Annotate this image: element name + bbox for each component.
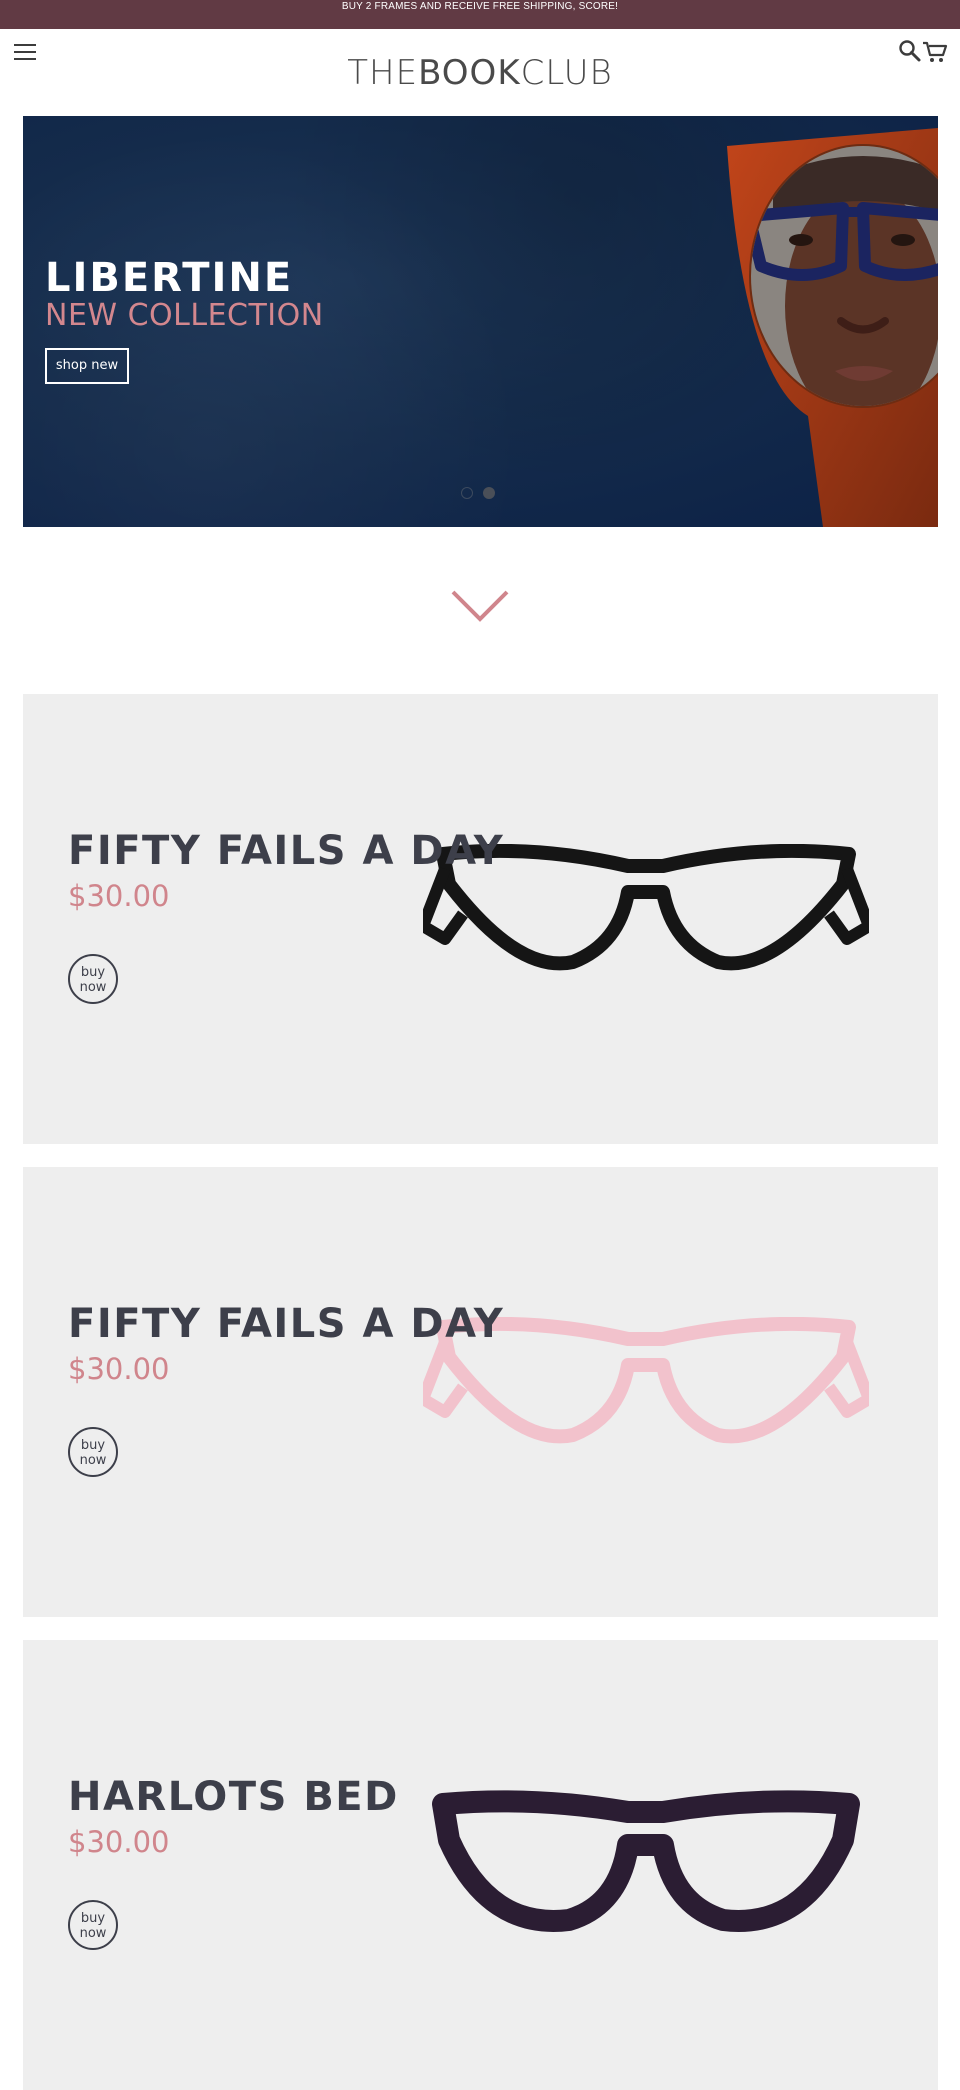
- product-image-glasses: [432, 1790, 860, 1932]
- logo-suffix: CLUB: [520, 53, 613, 93]
- site-logo[interactable]: THEBOOKCLUB: [0, 53, 960, 93]
- buy-now-button[interactable]: buy now: [68, 1427, 118, 1477]
- buy-now-button[interactable]: buy now: [68, 954, 118, 1004]
- product-price: $30.00: [68, 879, 170, 913]
- product-card: FIFTY FAILS A DAY $30.00 buy now: [23, 694, 938, 1144]
- slide-dot-2[interactable]: [483, 487, 495, 499]
- shop-new-button[interactable]: shop new: [45, 348, 129, 384]
- glasses-frame: [432, 1790, 860, 1932]
- product-price: $30.00: [68, 1352, 170, 1386]
- cart-icon[interactable]: [922, 41, 948, 63]
- hero-title: LIBERTINE: [45, 255, 294, 301]
- product-title[interactable]: HARLOTS BED: [68, 1774, 399, 1820]
- announcement-text: BUY 2 FRAMES AND RECEIVE FREE SHIPPING, …: [341, 1, 619, 12]
- announcement-bar: BUY 2 FRAMES AND RECEIVE FREE SHIPPING, …: [0, 0, 960, 29]
- slide-dot-1[interactable]: [461, 487, 473, 499]
- buy-now-button[interactable]: buy now: [68, 1900, 118, 1950]
- logo-bold: BOOK: [418, 53, 521, 93]
- product-card: HARLOTS BED $30.00 buy now: [23, 1640, 938, 2090]
- chevron-down-icon[interactable]: [450, 588, 510, 624]
- hero-subtitle: NEW COLLECTION: [45, 298, 324, 333]
- product-title[interactable]: FIFTY FAILS A DAY: [68, 828, 504, 874]
- hero-slideshow[interactable]: LIBERTINE NEW COLLECTION shop new: [23, 116, 938, 527]
- hero-model-mirror-image: [727, 128, 938, 527]
- product-title[interactable]: FIFTY FAILS A DAY: [68, 1301, 504, 1347]
- logo-prefix: THE: [347, 53, 419, 93]
- search-icon[interactable]: [898, 39, 922, 63]
- product-price: $30.00: [68, 1825, 170, 1859]
- site-header: THEBOOKCLUB: [0, 29, 960, 115]
- product-card: FIFTY FAILS A DAY $30.00 buy now: [23, 1167, 938, 1617]
